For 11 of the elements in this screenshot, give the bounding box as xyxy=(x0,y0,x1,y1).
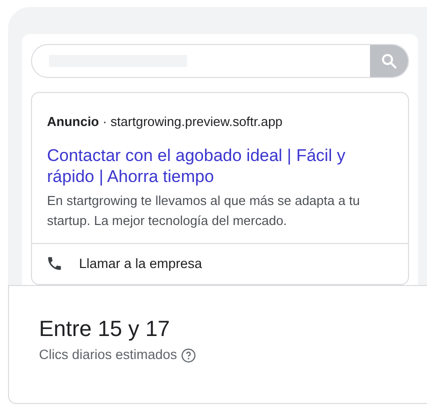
ad-label: Anuncio · startgrowing.preview.softr.app xyxy=(47,113,284,131)
call-link[interactable]: Llamar a la empresa xyxy=(79,254,202,274)
search-icon xyxy=(381,53,397,69)
estimate-value: Entre 15 y 17 xyxy=(39,315,171,343)
search-button[interactable] xyxy=(370,45,408,77)
search-bar[interactable] xyxy=(31,44,409,78)
phone-icon xyxy=(46,255,63,272)
ad-title-link[interactable]: Contactar con el agobado ideal | Fácil y rápido | Ahorra tiempo xyxy=(47,144,394,186)
help-icon[interactable] xyxy=(181,348,196,363)
ad-description: En startgrowing te llevamos al que más se adapta a tu startup. La mejor tecnología del mercado. xyxy=(47,192,361,230)
estimate-label: Clics diarios estimados xyxy=(39,346,178,364)
